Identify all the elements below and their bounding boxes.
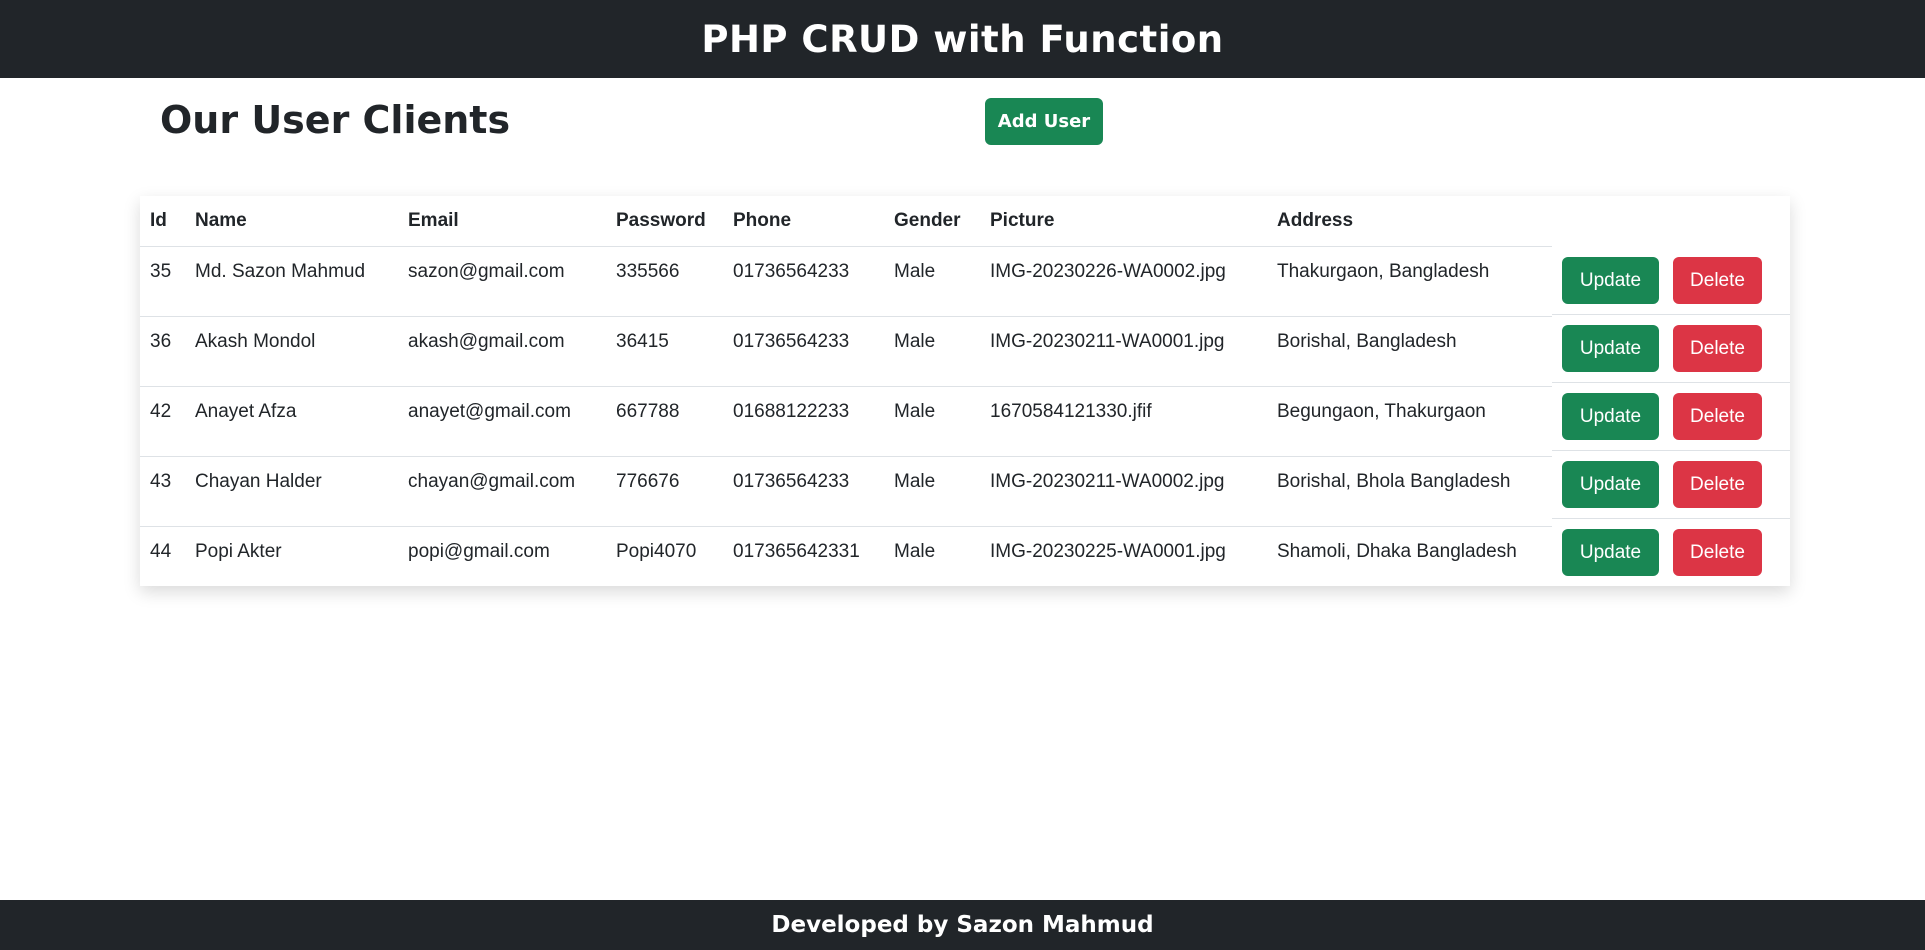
table-row: 42 Anayet Afza anayet@gmail.com 667788 0… (140, 386, 1552, 457)
delete-button[interactable]: Delete (1673, 529, 1762, 576)
update-button[interactable]: Update (1562, 325, 1659, 372)
column-header: Password (606, 196, 723, 247)
table-row: 36 Akash Mondol akash@gmail.com 36415 01… (140, 316, 1552, 387)
cell-name: Akash Mondol (185, 316, 398, 387)
cell-gender: Male (894, 541, 936, 562)
row-actions: Update Delete (1552, 450, 1790, 519)
users-table-card: Id Name Email Password Phone Gender Pict… (140, 196, 1790, 586)
cell-password: 36415 (606, 316, 723, 387)
top-navbar: PHP CRUD with Function (0, 0, 1925, 78)
page-footer: Developed by Sazon Mahmud (0, 900, 1925, 950)
cell-picture: IMG-20230211-WA0002.jpg (980, 456, 1267, 527)
cell-phone: 01736564233 (723, 456, 884, 527)
table-row: 35 Md. Sazon Mahmud sazon@gmail.com 3355… (140, 246, 1552, 317)
footer-credit: Developed by Sazon Mahmud (771, 912, 1154, 938)
delete-button[interactable]: Delete (1673, 325, 1762, 372)
table-row: 44 Popi Akter popi@gmail.com Popi4070 01… (140, 527, 1552, 597)
cell-phone: 01688122233 (723, 386, 884, 457)
update-button[interactable]: Update (1562, 529, 1659, 576)
column-header: Email (398, 196, 606, 247)
table-row: 43 Chayan Halder chayan@gmail.com 776676… (140, 456, 1552, 527)
update-button[interactable]: Update (1562, 257, 1659, 304)
update-button[interactable]: Update (1562, 393, 1659, 440)
cell-phone: 017365642331 (733, 541, 860, 562)
cell-name: Chayan Halder (185, 456, 398, 527)
cell-address: Shamoli, Dhaka Bangladesh (1277, 541, 1517, 562)
delete-button[interactable]: Delete (1673, 461, 1762, 508)
cell-email: sazon@gmail.com (398, 246, 606, 317)
column-header: Name (185, 196, 398, 247)
cell-picture: IMG-20230226-WA0002.jpg (980, 246, 1267, 317)
row-actions: Update Delete (1552, 382, 1790, 451)
cell-gender: Male (884, 316, 980, 387)
cell-address: Thakurgaon, Bangladesh (1267, 246, 1552, 317)
cell-password: 776676 (606, 456, 723, 527)
row-actions: Update Delete (1552, 246, 1790, 315)
column-header: Picture (980, 196, 1267, 247)
cell-address: Borishal, Bhola Bangladesh (1267, 456, 1552, 527)
cell-name: Popi Akter (195, 541, 282, 562)
column-header: Phone (723, 196, 884, 247)
cell-email: anayet@gmail.com (398, 386, 606, 457)
cell-email: popi@gmail.com (408, 541, 550, 562)
app-title: PHP CRUD with Function (701, 17, 1224, 61)
cell-address: Borishal, Bangladesh (1267, 316, 1552, 387)
delete-button[interactable]: Delete (1673, 257, 1762, 304)
delete-button[interactable]: Delete (1673, 393, 1762, 440)
cell-name: Md. Sazon Mahmud (185, 246, 398, 317)
cell-name: Anayet Afza (185, 386, 398, 457)
page: PHP CRUD with Function Our User Clients … (0, 0, 1925, 950)
cell-email: chayan@gmail.com (398, 456, 606, 527)
cell-id: 44 (150, 541, 172, 562)
cell-id: 42 (140, 386, 185, 457)
row-actions: Update Delete (1552, 314, 1790, 383)
update-button[interactable]: Update (1562, 461, 1659, 508)
row-actions: Update Delete (1552, 518, 1790, 586)
cell-address: Begungaon, Thakurgaon (1267, 386, 1552, 457)
add-user-button[interactable]: Add User (985, 98, 1103, 145)
page-heading: Our User Clients (160, 98, 511, 142)
cell-id: 43 (140, 456, 185, 527)
cell-phone: 01736564233 (723, 316, 884, 387)
cell-password: 667788 (606, 386, 723, 457)
column-header: Id (140, 196, 185, 247)
cell-picture: IMG-20230225-WA0001.jpg (990, 541, 1226, 562)
users-table: Id Name Email Password Phone Gender Pict… (140, 196, 1552, 596)
cell-gender: Male (884, 246, 980, 317)
column-header: Gender (884, 196, 980, 247)
cell-phone: 01736564233 (723, 246, 884, 317)
cell-picture: IMG-20230211-WA0001.jpg (980, 316, 1267, 387)
cell-id: 36 (140, 316, 185, 387)
cell-picture: 1670584121330.jfif (980, 386, 1267, 457)
cell-id: 35 (140, 246, 185, 317)
cell-email: akash@gmail.com (398, 316, 606, 387)
column-header: Address (1267, 196, 1552, 247)
cell-gender: Male (884, 386, 980, 457)
cell-password: Popi4070 (616, 541, 697, 562)
table-header-row: Id Name Email Password Phone Gender Pict… (140, 196, 1552, 247)
cell-password: 335566 (606, 246, 723, 317)
cell-gender: Male (884, 456, 980, 527)
